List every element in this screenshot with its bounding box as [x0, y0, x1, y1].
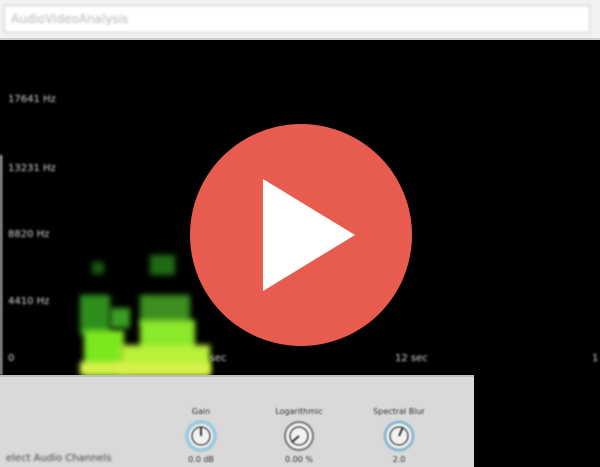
- select-audio-channels-label: elect Audio Channels: [6, 453, 112, 464]
- spectral-blur-label: Spectral Blur: [373, 407, 425, 416]
- gain-knob[interactable]: [184, 419, 218, 453]
- freq-label-17641: 17641 Hz: [8, 94, 56, 105]
- gain-control: Gain 0.0 dB: [166, 407, 236, 464]
- freq-label-8820: 8820 Hz: [8, 229, 50, 240]
- logarithmic-value: 0.00 %: [285, 455, 313, 464]
- play-button[interactable]: [189, 123, 413, 347]
- controls-panel: Gain 0.0 dB Logarithmic 0.00 % Spectral …: [0, 375, 474, 467]
- freq-label-zero: 0: [8, 353, 15, 364]
- spectral-blur-knob[interactable]: [382, 419, 416, 453]
- frequency-axis: [0, 155, 2, 375]
- time-label-end: 1: [592, 353, 599, 364]
- window-title: AudioVideoAnalysis: [4, 5, 590, 33]
- spectral-blur-control: Spectral Blur 2.0: [364, 407, 434, 464]
- dark-corner: [474, 375, 600, 467]
- gain-label: Gain: [191, 407, 211, 416]
- freq-label-4410: 4410 Hz: [8, 296, 50, 307]
- time-label-12sec: 12 sec: [395, 353, 428, 364]
- logarithmic-label: Logarithmic: [275, 407, 323, 416]
- title-bar: AudioVideoAnalysis: [0, 0, 600, 40]
- spectral-blur-value: 2.0: [392, 455, 406, 464]
- logarithmic-control: Logarithmic 0.00 %: [264, 407, 334, 464]
- freq-label-13231: 13231 Hz: [8, 163, 56, 174]
- gain-value: 0.0 dB: [188, 455, 214, 464]
- logarithmic-knob[interactable]: [282, 419, 316, 453]
